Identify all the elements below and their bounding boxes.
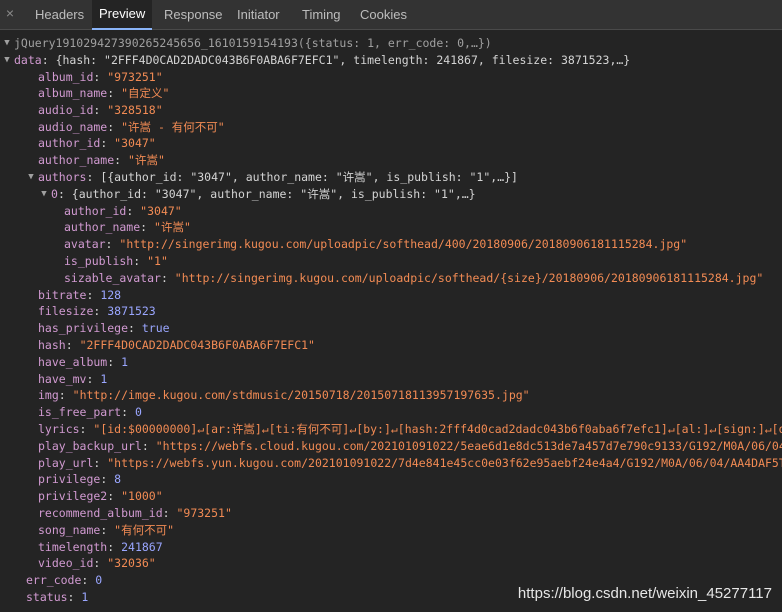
value-author-name: "许嵩": [128, 153, 165, 167]
tree-row-authors[interactable]: ▼ authors: [{author_id: "3047", author_n…: [0, 169, 782, 185]
tree-row-author-0[interactable]: ▼ 0: {author_id: "3047", author_name: "许…: [0, 186, 782, 202]
value-is-free-part: 0: [134, 405, 142, 419]
tree-row[interactable]: audio_id: "328518": [0, 102, 782, 118]
value-have-mv: 1: [100, 372, 108, 386]
value-lyrics: "[id:$00000000]↵[ar:许嵩]↵[ti:有何不可]↵[by:]↵…: [93, 422, 782, 436]
expand-triangle-icon[interactable]: ▼: [26, 169, 36, 185]
value-album-id: "973251": [107, 70, 163, 84]
tree-row[interactable]: is_free_part: 0: [0, 404, 782, 420]
expand-triangle-icon[interactable]: ▼: [2, 35, 12, 51]
tree-row-root[interactable]: ▼ jQuery19102942739026524565​6_161015915…: [0, 35, 782, 51]
tree-row[interactable]: filesize: 3871523: [0, 303, 782, 319]
key-data: data: [14, 53, 42, 67]
tab-response[interactable]: Response: [164, 0, 223, 29]
value-a-author-name: "许嵩": [154, 220, 191, 234]
tree-row[interactable]: author_name: "许嵩": [0, 152, 782, 168]
value-privilege: 8: [114, 472, 122, 486]
value-privilege2: "1000": [121, 489, 163, 503]
value-a-sizable-avatar: "http://singerimg.kugou.com/uploadpic/so…: [174, 271, 764, 285]
value-play-backup-url: "https://webfs.cloud.kugou.com/202101091…: [155, 439, 782, 453]
tree-row[interactable]: hash: "2FFF4D0CAD2DADC043B6F0ABA6F7EFC1": [0, 337, 782, 353]
watermark-text: https://blog.csdn.net/weixin_45277117: [517, 585, 772, 602]
tree-row[interactable]: img: "http://imge.kugou.com/stdmusic/201…: [0, 387, 782, 403]
tree-row[interactable]: privilege: 8: [0, 471, 782, 487]
tree-row[interactable]: bitrate: 128: [0, 287, 782, 303]
tree-row[interactable]: sizable_avatar: "http://singerimg.kugou.…: [0, 270, 782, 286]
tree-row[interactable]: have_album: 1: [0, 354, 782, 370]
tree-row[interactable]: play_url: "https://webfs.yun.kugou.com/2…: [0, 455, 782, 471]
expand-triangle-icon[interactable]: ▼: [39, 186, 49, 202]
value-a-avatar: "http://singerimg.kugou.com/uploadpic/so…: [119, 237, 688, 251]
value-bitrate: 128: [100, 288, 122, 302]
tree-row[interactable]: video_id: "32036": [0, 555, 782, 571]
tree-row[interactable]: audio_name: "许嵩 - 有何不可": [0, 119, 782, 135]
value-hash: "2FFF4D0CAD2DADC043B6F0ABA6F7EFC1": [79, 338, 315, 352]
tree-row[interactable]: author_id: "3047": [0, 203, 782, 219]
value-timelength: 241867: [121, 540, 163, 554]
value-err-code: 0: [95, 573, 103, 587]
value-a-author-id: "3047": [140, 204, 182, 218]
tab-timing[interactable]: Timing: [302, 0, 341, 29]
tab-cookies[interactable]: Cookies: [360, 0, 407, 29]
value-audio-name: "许嵩 - 有何不可": [121, 120, 225, 134]
tree-row[interactable]: avatar: "http://singerimg.kugou.com/uplo…: [0, 236, 782, 252]
devtools-tab-bar: × Headers Preview Response Initiator Tim…: [0, 0, 782, 30]
value-img: "http://imge.kugou.com/stdmusic/20150718…: [72, 388, 530, 402]
tree-row[interactable]: song_name: "有何不可": [0, 522, 782, 538]
value-audio-id: "328518": [107, 103, 163, 117]
tab-preview[interactable]: Preview: [92, 0, 153, 30]
tree-row[interactable]: is_publish: "1": [0, 253, 782, 269]
tree-row[interactable]: author_id: "3047": [0, 135, 782, 151]
value-album-name: "自定义": [121, 86, 170, 100]
tab-initiator[interactable]: Initiator: [237, 0, 280, 29]
expand-triangle-icon[interactable]: ▼: [2, 52, 12, 68]
tree-row[interactable]: author_name: "许嵩": [0, 219, 782, 235]
value-a-is-publish: "1": [147, 254, 168, 268]
data-summary: {hash: "2FFF4D0CAD2DADC043B6F0ABA6F7EFC1…: [55, 53, 631, 67]
tree-row[interactable]: privilege2: "1000": [0, 488, 782, 504]
value-has-privilege: true: [141, 321, 170, 335]
value-author-id: "3047": [114, 136, 156, 150]
value-recommend-album-id: "973251": [176, 506, 232, 520]
value-play-url: "https://webfs.yun.kugou.com/20210109102…: [107, 456, 782, 470]
tree-row[interactable]: recommend_album_id: "973251": [0, 505, 782, 521]
tree-row-data[interactable]: ▼ data: {hash: "2FFF4D0CAD2DADC043B6F0AB…: [0, 52, 782, 68]
value-status: 1: [81, 590, 89, 604]
tree-row[interactable]: have_mv: 1: [0, 371, 782, 387]
tree-row[interactable]: lyrics: "[id:$00000000]↵[ar:许嵩]↵[ti:有何不可…: [0, 421, 782, 437]
tree-row[interactable]: play_backup_url: "https://webfs.cloud.ku…: [0, 438, 782, 454]
value-video-id: "32036": [107, 556, 156, 570]
authors-summary: [{author_id: "3047", author_name: "许嵩", …: [100, 170, 518, 184]
tree-row[interactable]: album_name: "自定义": [0, 85, 782, 101]
value-filesize: 3871523: [107, 304, 156, 318]
tree-row[interactable]: album_id: "973251": [0, 69, 782, 85]
author-0-summary: {author_id: "3047", author_name: "许嵩", i…: [71, 187, 476, 201]
root-summary: jQuery19102942739026524565​6_16101591541…: [14, 36, 492, 50]
close-icon[interactable]: ×: [3, 5, 17, 21]
tab-headers[interactable]: Headers: [35, 0, 84, 29]
value-song-name: "有何不可": [114, 523, 175, 537]
tree-row[interactable]: has_privilege: true: [0, 320, 782, 336]
value-have-album: 1: [121, 355, 129, 369]
tree-row[interactable]: timelength: 241867: [0, 539, 782, 555]
